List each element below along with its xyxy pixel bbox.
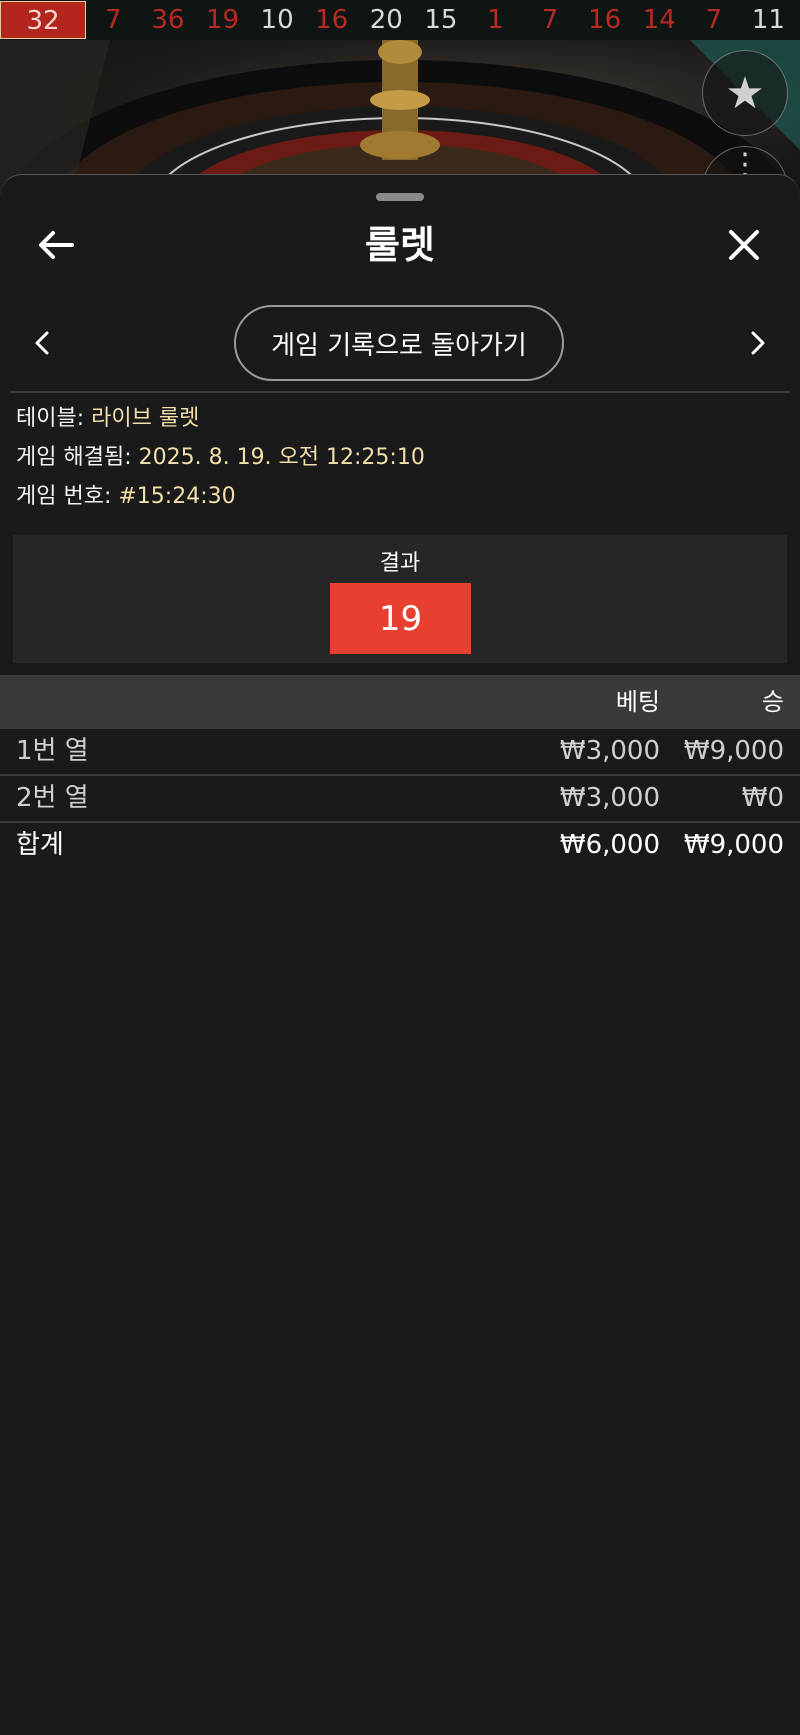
table-label: 테이블:	[16, 406, 85, 431]
history-number: 1	[487, 5, 504, 35]
history-number: 10	[260, 5, 294, 35]
header-win: 승	[761, 688, 784, 716]
result-panel: 결과 19	[13, 535, 787, 663]
result-label: 결과	[379, 551, 421, 576]
history-number: 36	[151, 5, 185, 35]
back-to-history-button[interactable]: 게임 기록으로 돌아가기	[234, 305, 564, 381]
total-bet: ₩6,000	[559, 830, 660, 860]
header-bet: 베팅	[615, 688, 660, 716]
win-amount: ₩0	[741, 783, 784, 813]
previous-round-button[interactable]	[12, 313, 72, 373]
next-round-button[interactable]	[728, 313, 788, 373]
table-row: 1번 열 ₩3,000 ₩9,000	[0, 729, 800, 776]
history-number: 14	[642, 5, 676, 35]
table-info-line: 테이블: 라이브 룰렛	[16, 399, 425, 438]
sheet-title: 룰렛	[365, 223, 435, 267]
resolved-value: 2025. 8. 19. 오전 12:25:10	[138, 445, 425, 470]
result-number-tile: 19	[330, 583, 471, 654]
chevron-left-icon	[35, 331, 49, 355]
history-number: 7	[541, 5, 559, 35]
favorite-star-button[interactable]: ★	[702, 50, 788, 136]
bet-name: 1번 열	[16, 736, 89, 766]
history-number: 7	[705, 5, 723, 35]
history-number: 16	[588, 5, 622, 35]
table-value: 라이브 룰렛	[91, 406, 200, 431]
round-navigation: 게임 기록으로 돌아가기	[0, 303, 800, 383]
sheet-drag-handle[interactable]	[376, 193, 424, 201]
total-win: ₩9,000	[683, 830, 784, 860]
total-label: 합계	[16, 830, 64, 860]
star-icon: ★	[725, 67, 765, 119]
bet-amount: ₩3,000	[559, 783, 660, 813]
close-icon	[729, 230, 759, 260]
history-number: 15	[424, 5, 458, 35]
game-number-label: 게임 번호:	[16, 484, 112, 509]
bet-amount: ₩3,000	[559, 736, 660, 766]
bet-name: 2번 열	[16, 783, 89, 813]
total-row: 합계 ₩6,000 ₩9,000	[0, 823, 800, 868]
close-button[interactable]	[724, 219, 764, 271]
divider	[10, 391, 790, 393]
history-number: 16	[315, 5, 349, 35]
game-info: 테이블: 라이브 룰렛 게임 해결됨: 2025. 8. 19. 오전 12:2…	[16, 399, 425, 516]
bets-table: 베팅 승 1번 열 ₩3,000 ₩9,000 2번 열 ₩3,000 ₩0 합…	[0, 675, 800, 868]
game-number-value: #15:24:30	[118, 484, 236, 509]
game-number-line: 게임 번호: #15:24:30	[16, 477, 425, 516]
history-number: 20	[369, 5, 403, 35]
chevron-right-icon	[751, 331, 765, 355]
history-number: 32	[0, 1, 86, 39]
table-header: 베팅 승	[0, 675, 800, 729]
game-details-sheet: 룰렛 게임 기록으로 돌아가기 테이블: 라이브 룰렛 게임 해결됨: 2025…	[0, 174, 800, 1735]
resolved-info-line: 게임 해결됨: 2025. 8. 19. 오전 12:25:10	[16, 438, 425, 477]
history-number: 11	[751, 5, 785, 35]
resolved-label: 게임 해결됨:	[16, 445, 132, 470]
history-number: 19	[205, 5, 240, 35]
table-row: 2번 열 ₩3,000 ₩0	[0, 776, 800, 823]
history-number: 7	[105, 5, 122, 35]
results-history-strip: 32 7 36 19 10 16 20 15 1 7 16 14 7 11	[0, 0, 800, 40]
win-amount: ₩9,000	[683, 736, 784, 766]
